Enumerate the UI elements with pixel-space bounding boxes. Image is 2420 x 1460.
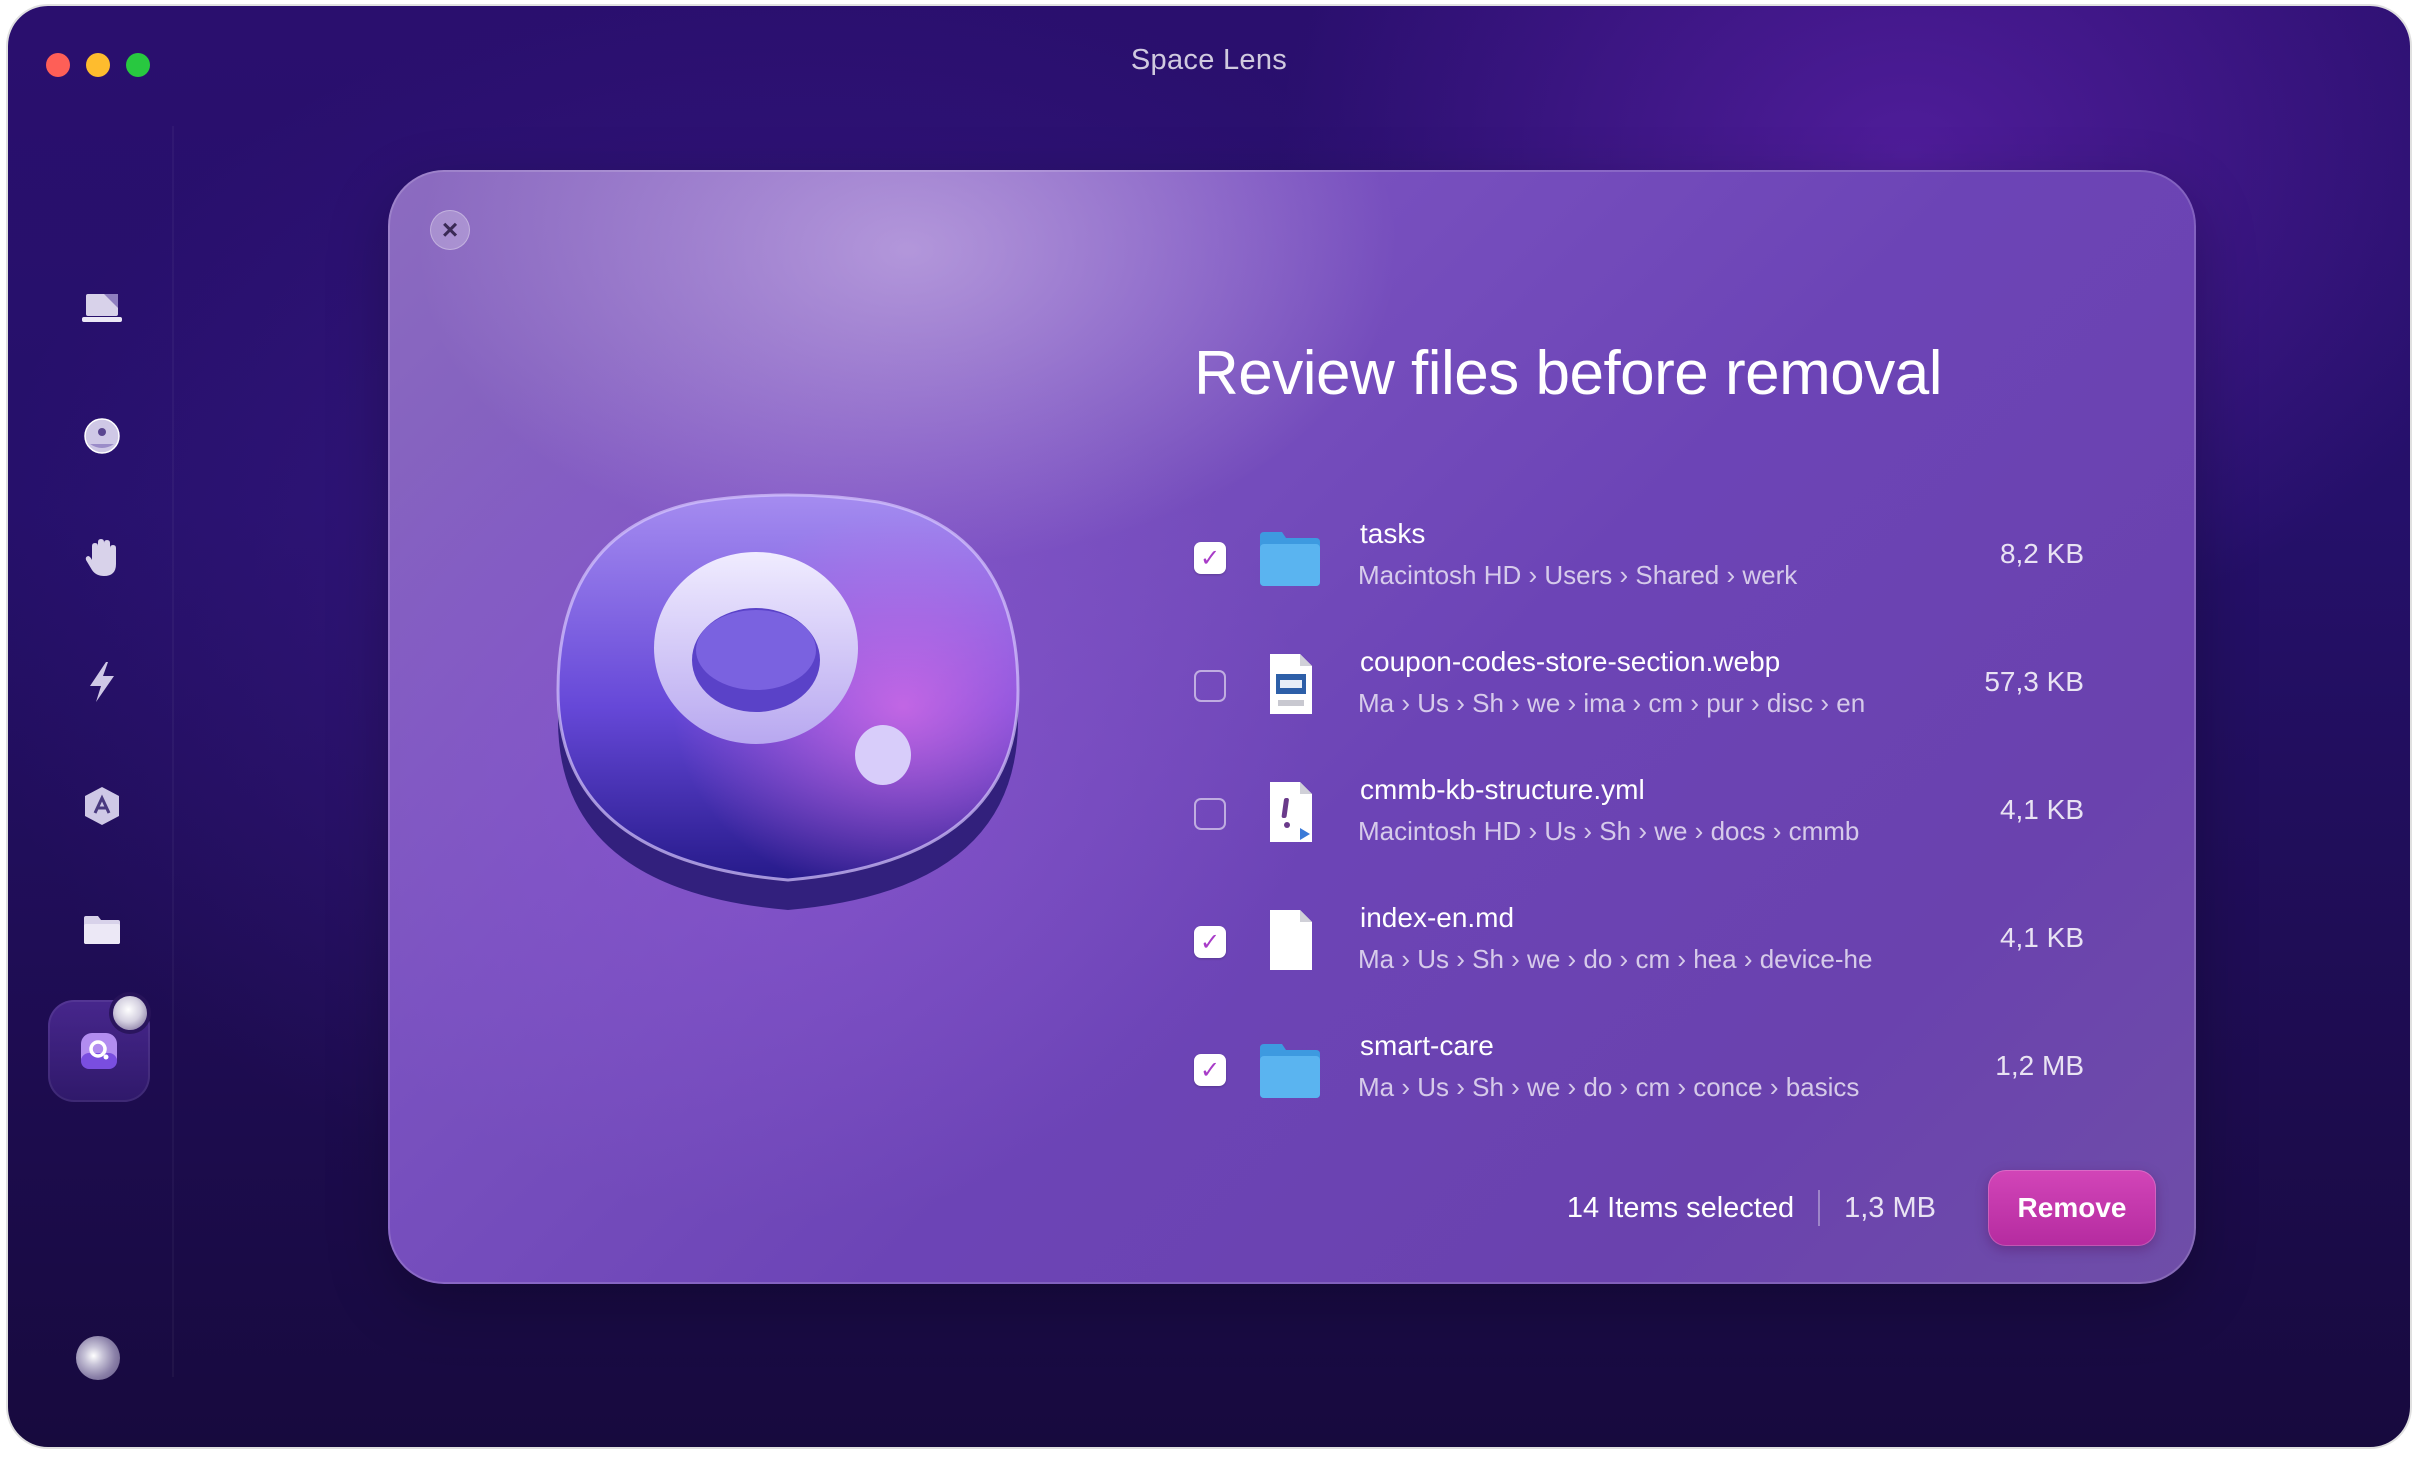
file-name: cmmb-kb-structure.yml	[1360, 774, 1645, 805]
path-segment: en	[1836, 688, 1866, 718]
path-segment: cm	[1635, 1072, 1671, 1102]
path-segment: Us	[1417, 688, 1450, 718]
path-segment: Macintosh HD	[1358, 816, 1522, 846]
sidebar-divider	[172, 126, 174, 1377]
file-row: ✓ tasks Macintosh HD › Users › Shared › …	[1194, 518, 2084, 646]
window-title: Space Lens	[1130, 44, 1288, 76]
path-segment: Ma	[1358, 944, 1395, 974]
file-path: Macintosh HD › Users › Shared › werk	[1358, 560, 1798, 590]
path-segment: Users	[1544, 560, 1613, 590]
laptop-cleanup-icon	[82, 294, 122, 322]
dialog-footer: 14 Items selected 1,3 MB Remove	[1567, 1170, 2156, 1246]
file-path: Ma › Us › Sh › we › do › cm › conce › ba…	[1358, 1072, 1860, 1102]
file-row: ✓ index-en.md Ma › Us › Sh › we › do › c…	[1194, 902, 2084, 1030]
yml-file-icon	[1270, 782, 1312, 842]
performance-bolt-icon	[90, 662, 114, 702]
footer-divider	[1818, 1190, 1821, 1226]
sidebar-item-privacy[interactable]	[62, 518, 142, 598]
file-list: ✓ tasks Macintosh HD › Users › Shared › …	[1194, 518, 2084, 1158]
remove-button[interactable]: Remove	[1988, 1170, 2156, 1246]
file-name: tasks	[1360, 518, 1426, 549]
applications-icon	[85, 787, 119, 825]
path-segment: we	[1527, 688, 1561, 718]
file-row: coupon-codes-store-section.webp Ma › Us …	[1194, 646, 2084, 774]
file-size: 4,1 KB	[1999, 794, 2084, 825]
path-segment: disc	[1766, 688, 1814, 718]
assistant-orb-icon[interactable]	[76, 1336, 120, 1380]
path-segment: Us	[1544, 816, 1577, 846]
folder-icon	[1260, 1044, 1320, 1098]
file-size: 8,2 KB	[1999, 538, 2084, 569]
path-segment: ima	[1583, 688, 1626, 718]
path-segment: Ma	[1358, 688, 1395, 718]
sidebar-item-performance[interactable]	[62, 642, 142, 722]
file-checkbox[interactable]	[1194, 798, 1226, 830]
path-segment: hea	[1693, 944, 1737, 974]
file-path: Macintosh HD › Us › Sh › we › docs › cmm…	[1358, 816, 1860, 846]
protection-globe-icon	[84, 418, 120, 454]
review-dialog: × Review files before removal ✓ tasks Ma…	[388, 170, 2196, 1284]
file-name: index-en.md	[1360, 902, 1515, 933]
file-path: Ma › Us › Sh › we › do › cm › hea › devi…	[1358, 944, 1873, 974]
path-segment: do	[1583, 944, 1613, 974]
sidebar-item-protection[interactable]	[62, 396, 142, 476]
files-folder-icon	[84, 916, 120, 944]
path-segment: Sh	[1472, 1072, 1504, 1102]
path-segment: Sh	[1472, 688, 1504, 718]
path-segment: Ma	[1358, 1072, 1395, 1102]
path-segment: we	[1654, 816, 1688, 846]
file-name: smart-care	[1360, 1030, 1494, 1061]
path-segment: cm	[1635, 944, 1671, 974]
file-checkbox[interactable]: ✓	[1194, 926, 1226, 958]
file-row: ✓ smart-care Ma › Us › Sh › we › do › cm…	[1194, 1030, 2084, 1158]
file-path: Ma › Us › Sh › we › ima › cm › pur › dis…	[1358, 688, 1866, 718]
path-segment: Sh	[1472, 944, 1504, 974]
path-segment: we	[1527, 1072, 1561, 1102]
file-checkbox[interactable]: ✓	[1194, 542, 1226, 574]
notification-badge	[113, 996, 147, 1030]
sidebar-item-files[interactable]	[62, 890, 142, 970]
path-segment: Us	[1417, 944, 1450, 974]
selected-size: 1,3 MB	[1844, 1191, 1936, 1224]
path-segment: Macintosh HD	[1358, 560, 1522, 590]
file-name: coupon-codes-store-section.webp	[1360, 646, 1781, 677]
path-segment: conce	[1693, 1072, 1763, 1102]
path-segment: docs	[1710, 816, 1766, 846]
file-row: cmmb-kb-structure.yml Macintosh HD › Us …	[1194, 774, 2084, 902]
file-size: 1,2 MB	[1995, 1050, 2084, 1081]
selected-count: 14 Items selected	[1566, 1191, 1795, 1224]
privacy-hand-icon	[85, 539, 116, 576]
path-segment: Us	[1417, 1072, 1450, 1102]
file-checkbox[interactable]: ✓	[1194, 1054, 1226, 1086]
dialog-heading: Review files before removal	[1194, 339, 1943, 408]
path-segment: Sh	[1599, 816, 1632, 846]
path-segment: do	[1583, 1072, 1613, 1102]
path-segment: device-he	[1759, 944, 1873, 974]
sidebar-item-cleanup[interactable]	[62, 268, 142, 348]
path-segment: cm	[1648, 688, 1684, 718]
path-segment: we	[1527, 944, 1561, 974]
webp-file-icon	[1270, 654, 1312, 714]
space-lens-icon	[81, 1033, 117, 1069]
path-segment: cmmb	[1788, 816, 1860, 846]
document-file-icon	[1270, 910, 1312, 970]
path-segment: werk	[1742, 560, 1798, 590]
app-window: Space Lens × Review files before removal…	[8, 6, 2410, 1447]
path-segment: basics	[1785, 1072, 1860, 1102]
sidebar-item-applications[interactable]	[62, 766, 142, 846]
file-size: 4,1 KB	[1999, 922, 2084, 953]
file-size: 57,3 KB	[1984, 666, 2084, 697]
folder-icon	[1260, 532, 1320, 586]
path-segment: pur	[1706, 688, 1744, 718]
space-lens-illustration	[556, 493, 1020, 910]
path-segment: Shared	[1635, 560, 1720, 590]
close-icon[interactable]: ×	[430, 210, 470, 250]
file-checkbox[interactable]	[1194, 670, 1226, 702]
